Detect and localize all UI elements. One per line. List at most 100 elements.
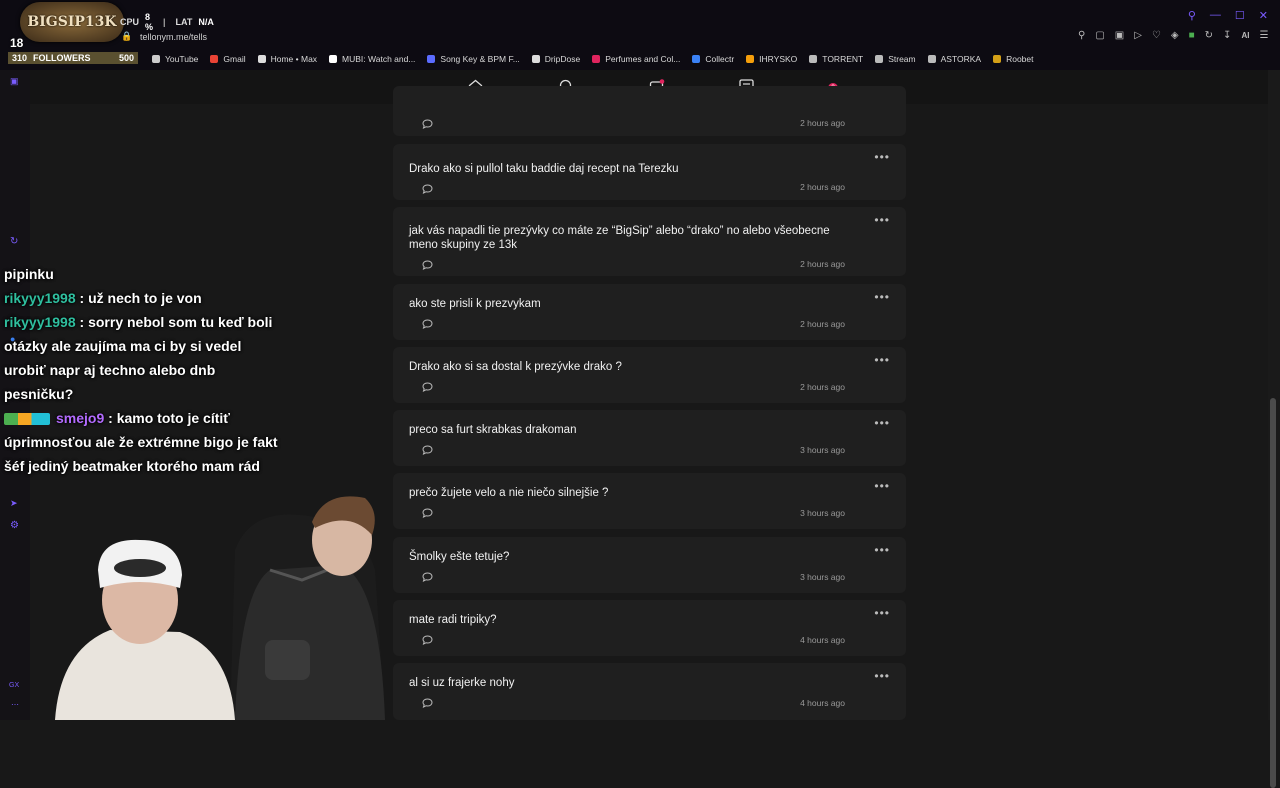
tell-timestamp: 3 hours ago — [800, 508, 845, 518]
search-tabs-icon[interactable]: ⚲ — [1188, 9, 1196, 22]
comment-icon[interactable] — [422, 181, 433, 199]
comment-icon[interactable] — [422, 257, 433, 275]
tell-question: Šmolky ešte tetuje? — [409, 551, 510, 563]
chat-username: rikyyy1998 — [4, 314, 76, 330]
bookmark-item[interactable]: Collectr — [692, 54, 734, 64]
tell-question: mate radi tripiky? — [409, 614, 497, 626]
maximize-icon[interactable]: ☐ — [1235, 9, 1245, 22]
bookmark-item[interactable]: TORRENT — [809, 54, 863, 64]
sync-icon[interactable]: ↻ — [1205, 30, 1213, 41]
bookmark-icon — [592, 55, 601, 63]
bookmark-item[interactable]: DripDose — [531, 54, 580, 64]
more-options-icon[interactable]: ••• — [874, 606, 890, 620]
bookmark-icon — [427, 55, 436, 63]
comment-icon[interactable] — [422, 316, 433, 334]
chat-line: rikyyy1998 : sorry nebol som tu keď boli — [4, 310, 304, 334]
tell-timestamp: 2 hours ago — [800, 118, 845, 128]
more-options-icon[interactable]: ••• — [874, 150, 890, 164]
page-scrollbar[interactable] — [1268, 70, 1280, 788]
bookmark-icon — [746, 55, 755, 63]
more-options-icon[interactable]: ••• — [874, 290, 890, 304]
bookmark-item[interactable]: Home • Max — [257, 54, 318, 64]
channel-logo: BIGSIP13K — [20, 2, 124, 42]
comment-icon[interactable] — [422, 632, 433, 650]
sidebar-icon-send[interactable]: ➤ — [10, 498, 18, 509]
chat-message: pesničku? — [4, 386, 74, 402]
comment-icon[interactable] — [422, 116, 433, 134]
tell-timestamp: 2 hours ago — [800, 259, 845, 269]
sidebar-icon-history[interactable]: ↻ — [10, 236, 18, 247]
camera-icon[interactable]: ▣ — [1115, 30, 1124, 41]
tell-card[interactable]: Šmolky ešte tetuje? ••• 3 hours ago — [393, 537, 906, 593]
tell-card[interactable]: •••2 hours ago — [393, 86, 906, 136]
extensions-icon[interactable]: ◈ — [1171, 30, 1179, 41]
tell-question: ako ste prisli k prezvykam — [409, 298, 541, 310]
tell-question: jak vás napadli tie prezývky co máte ze … — [409, 225, 830, 251]
bookmark-icon — [257, 55, 266, 63]
menu-icon[interactable]: ☰ — [1259, 30, 1268, 41]
bookmark-icon — [875, 55, 884, 63]
bookmark-label: Song Key & BPM F... — [440, 54, 520, 64]
more-options-icon[interactable]: ••• — [874, 416, 890, 430]
bookmark-item[interactable]: IHRYSKO — [746, 54, 797, 64]
bookmark-label: Perfumes and Col... — [605, 54, 681, 64]
bookmark-item[interactable]: ASTORKA — [927, 54, 981, 64]
screenshot-icon[interactable]: ▢ — [1095, 30, 1104, 41]
tell-card[interactable]: al si uz frajerke nohy ••• 4 hours ago — [393, 663, 906, 720]
tell-card[interactable]: prečo žujete velo a nie niečo silnejšie … — [393, 473, 906, 529]
bookmark-item[interactable]: Stream — [875, 54, 916, 64]
bookmark-label: MUBI: Watch and... — [342, 54, 416, 64]
tell-question: prečo žujete velo a nie niečo silnejšie … — [409, 487, 609, 499]
chat-message: urobiť napr aj techno alebo dnb — [4, 362, 216, 378]
scrollbar-thumb[interactable] — [1270, 398, 1276, 788]
chat-username: smejo9 — [56, 410, 105, 426]
chat-line: otázky ale zaujíma ma ci by si vedel — [4, 334, 304, 358]
bookmark-item[interactable]: MUBI: Watch and... — [329, 54, 415, 64]
bookmark-icon — [329, 55, 338, 63]
window-controls: ⚲ — ☐ ✕ — [1188, 9, 1268, 22]
more-options-icon[interactable]: ••• — [874, 479, 890, 493]
heart-icon[interactable]: ♡ — [1152, 30, 1161, 41]
tell-card[interactable]: mate radi tripiky? ••• 4 hours ago — [393, 600, 906, 656]
sidebar-icon-gx[interactable]: GX — [9, 682, 19, 689]
tell-timestamp: 3 hours ago — [800, 445, 845, 455]
tell-timestamp: 4 hours ago — [800, 635, 845, 645]
more-options-icon[interactable]: ••• — [874, 543, 890, 557]
tell-card[interactable]: jak vás napadli tie prezývky co máte ze … — [393, 207, 906, 276]
sidebar-icon-more[interactable]: ⋯ — [11, 700, 19, 709]
toolbar-icons: ⚲ ▢ ▣ ▷ ♡ ◈ ■ ↻ ↧ AI ☰ — [1078, 30, 1268, 41]
extension-badge-icon[interactable]: ■ — [1189, 30, 1195, 41]
tell-card[interactable]: ako ste prisli k prezvykam ••• 2 hours ago — [393, 284, 906, 340]
play-icon[interactable]: ▷ — [1134, 30, 1142, 41]
more-options-icon[interactable]: ••• — [874, 669, 890, 683]
more-options-icon[interactable]: ••• — [874, 353, 890, 367]
more-options-icon[interactable]: ••• — [874, 213, 890, 227]
followers-goal-value: 500 — [118, 53, 134, 63]
download-icon[interactable]: ↧ — [1223, 30, 1231, 41]
bookmark-label: IHRYSKO — [759, 54, 798, 64]
comment-icon[interactable] — [422, 695, 433, 713]
bookmark-item[interactable]: Perfumes and Col... — [592, 54, 680, 64]
chat-message: šéf jediný beatmaker ktorého mam rád — [4, 458, 260, 474]
minimize-icon[interactable]: — — [1210, 9, 1221, 22]
url-field[interactable]: tellonym.me/tells — [140, 32, 207, 42]
comment-icon[interactable] — [422, 442, 433, 460]
comment-icon[interactable] — [422, 505, 433, 523]
ai-icon[interactable]: AI — [1241, 31, 1249, 40]
tell-card[interactable]: Drako ako si pullol taku baddie daj rece… — [393, 144, 906, 200]
bookmark-item[interactable]: Roobet — [993, 54, 1034, 64]
bookmark-label: Home • Max — [270, 54, 318, 64]
bookmark-item[interactable]: Gmail — [210, 54, 246, 64]
comment-icon[interactable] — [422, 569, 433, 587]
sidebar-icon-settings[interactable]: ⚙ — [10, 520, 19, 531]
comment-icon[interactable] — [422, 379, 433, 397]
tell-card[interactable]: Drako ako si sa dostal k prezývke drako … — [393, 347, 906, 403]
bookmark-item[interactable]: YouTube — [152, 54, 198, 64]
chat-message: pipinku — [4, 266, 54, 282]
bookmark-icon — [692, 55, 701, 63]
close-icon[interactable]: ✕ — [1259, 9, 1268, 22]
bookmark-item[interactable]: Song Key & BPM F... — [427, 54, 520, 64]
sidebar-icon-game[interactable]: ▣ — [10, 76, 19, 87]
tell-card[interactable]: preco sa furt skrabkas drakoman ••• 3 hour… — [393, 410, 906, 466]
pin-icon[interactable]: ⚲ — [1078, 30, 1085, 41]
